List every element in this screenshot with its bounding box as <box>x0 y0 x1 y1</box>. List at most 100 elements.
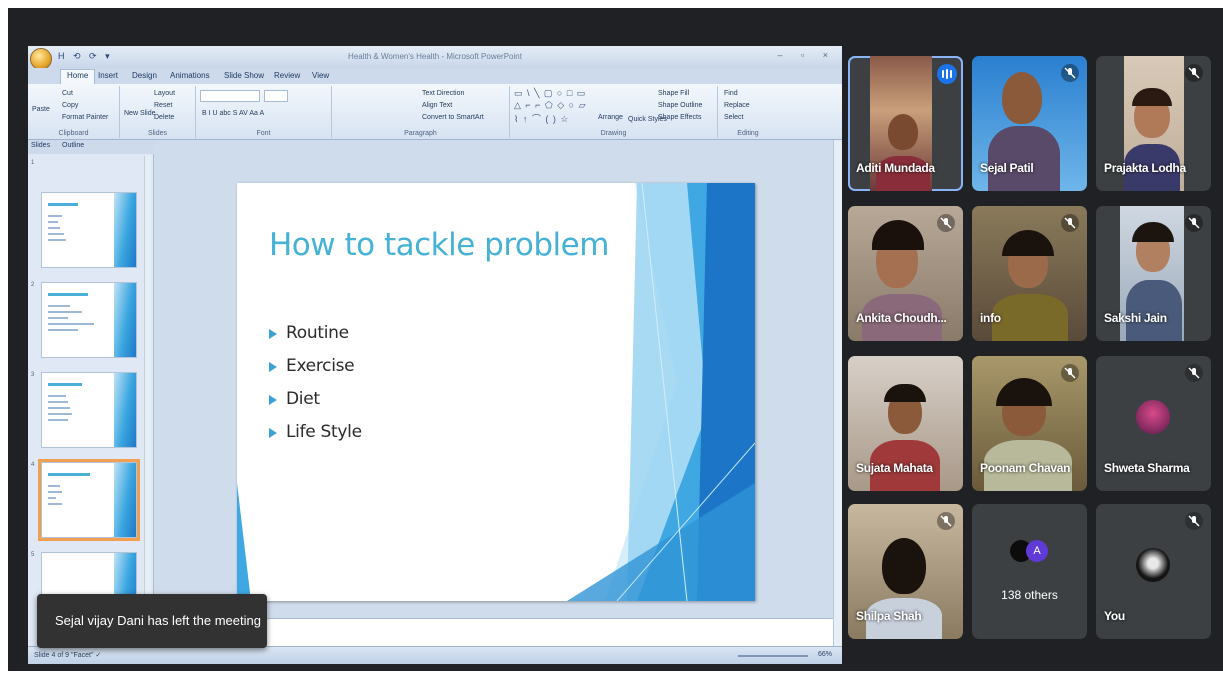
mic-off-icon <box>937 512 955 530</box>
toast-message: Sejal vijay Dani has left the meeting <box>55 613 261 628</box>
zoom-slider[interactable] <box>738 655 808 657</box>
shapes-gallery-row3[interactable]: ⌇ ↑ ⌒ ( ) ☆ <box>514 112 569 125</box>
drawing-group: ▭ \ ╲ ▢ ○ □ ▭ △ ⌐ ⌐ ⬠ ◇ ○ ▱ ⌇ ↑ ⌒ ( ) ☆ … <box>510 86 718 138</box>
ribbon: Paste Cut Copy Format Painter Clipboard … <box>28 84 842 140</box>
tab-design[interactable]: Design <box>132 71 157 80</box>
document-title: Health & Women's Health - Microsoft Powe… <box>348 52 522 61</box>
slide-thumbnail[interactable] <box>41 372 137 448</box>
slide-thumbnail-selected[interactable] <box>38 459 140 541</box>
bullet-item: Life Style <box>269 416 362 449</box>
align-text-button[interactable]: Align Text <box>422 102 452 109</box>
text-direction-button[interactable]: Text Direction <box>422 90 464 97</box>
participant-tile[interactable]: Sujata Mahata <box>848 356 963 491</box>
reset-button[interactable]: Reset <box>154 102 172 109</box>
participant-name: Ankita Choudh... <box>856 311 947 325</box>
paragraph-label: Paragraph <box>404 130 437 137</box>
slide-bullet-list: Routine Exercise Diet Life Style <box>269 317 362 449</box>
slide-title: How to tackle problem <box>269 227 609 263</box>
mic-off-icon <box>1185 64 1203 82</box>
ppt-title-bar: H ⟲ ⟳ ▾ Health & Women's Health - Micros… <box>28 46 842 70</box>
new-slide-button[interactable]: New Slide <box>124 110 156 117</box>
find-button[interactable]: Find <box>724 90 738 97</box>
font-label: Font <box>256 130 271 137</box>
select-button[interactable]: Select <box>724 114 743 121</box>
participant-tile[interactable]: Shilpa Shah <box>848 504 963 639</box>
bullet-item: Exercise <box>269 350 362 383</box>
participant-tile[interactable]: Ankita Choudh... <box>848 206 963 341</box>
avatar-letter: A <box>1026 540 1048 562</box>
slide-scrollbar[interactable] <box>833 140 842 646</box>
shape-effects-button[interactable]: Shape Effects <box>658 114 701 121</box>
tab-review[interactable]: Review <box>274 71 300 80</box>
avatar <box>1136 400 1170 434</box>
participant-name: Poonam Chavan <box>980 461 1071 475</box>
slide-thumbnail[interactable] <box>41 192 137 268</box>
mic-off-icon <box>1185 214 1203 232</box>
current-slide[interactable]: How to tackle problem Routine Exercise D… <box>237 183 755 601</box>
window-controls[interactable]: – ▫ × <box>778 50 836 60</box>
others-count: 138 others <box>1001 588 1058 602</box>
cut-button[interactable]: Cut <box>62 90 73 97</box>
tab-view[interactable]: View <box>312 71 329 80</box>
editing-group: Find Replace Select Editing <box>718 86 778 138</box>
participant-name: Prajakta Lodha <box>1104 161 1186 175</box>
participant-tile[interactable]: info <box>972 206 1087 341</box>
paragraph-group: Text Direction Align Text Convert to Sma… <box>332 86 510 138</box>
font-group: B I U abc S AV Aa A Font <box>196 86 332 138</box>
participant-tile[interactable]: Shweta Sharma <box>1096 356 1211 491</box>
mic-off-icon <box>1061 364 1079 382</box>
tab-slide-show[interactable]: Slide Show <box>224 71 264 80</box>
slide-thumbnail[interactable] <box>41 282 137 358</box>
participant-tile[interactable]: Sakshi Jain <box>1096 206 1211 341</box>
participant-name: Sejal Patil <box>980 161 1034 175</box>
tab-insert[interactable]: Insert <box>98 71 118 80</box>
thumb-number: 2 <box>31 282 35 288</box>
participant-name: info <box>980 311 1001 325</box>
font-family-box[interactable] <box>200 90 260 102</box>
others-tile[interactable]: A 138 others <box>972 504 1087 639</box>
font-format-row[interactable]: B I U abc S AV Aa A <box>202 110 264 117</box>
tab-animations[interactable]: Animations <box>170 71 210 80</box>
bullet-item: Routine <box>269 317 362 350</box>
replace-button[interactable]: Replace <box>724 102 750 109</box>
participant-name: Shilpa Shah <box>856 609 922 623</box>
clipboard-label: Clipboard <box>58 130 89 137</box>
copy-button[interactable]: Copy <box>62 102 78 109</box>
arrange-button[interactable]: Arrange <box>598 114 623 121</box>
left-meeting-toast: Sejal vijay Dani has left the meeting <box>37 594 267 648</box>
shape-outline-button[interactable]: Shape Outline <box>658 102 702 109</box>
paste-button[interactable]: Paste <box>32 106 50 113</box>
participant-tile[interactable]: Poonam Chavan <box>972 356 1087 491</box>
shapes-gallery-row2[interactable]: △ ⌐ ⌐ ⬠ ◇ ○ ▱ <box>514 100 587 111</box>
thumb-number: 1 <box>31 160 35 166</box>
font-size-box[interactable] <box>264 90 288 102</box>
shapes-gallery-row1[interactable]: ▭ \ ╲ ▢ ○ □ ▭ <box>514 88 586 99</box>
thumb-number: 4 <box>31 462 35 468</box>
mic-off-icon <box>1061 64 1079 82</box>
editing-label: Editing <box>737 130 759 137</box>
tab-slides[interactable]: Slides <box>31 142 50 149</box>
participant-tile[interactable]: Prajakta Lodha <box>1096 56 1211 191</box>
shape-fill-button[interactable]: Shape Fill <box>658 90 689 97</box>
layout-button[interactable]: Layout <box>154 90 175 97</box>
delete-button[interactable]: Delete <box>154 114 174 121</box>
slides-group: New Slide Layout Reset Delete Slides <box>120 86 196 138</box>
ribbon-tabs: Home Insert Design Animations Slide Show… <box>28 68 842 84</box>
slides-panel-scrollbar[interactable] <box>144 156 151 644</box>
drawing-label: Drawing <box>600 130 627 137</box>
avatar <box>1136 548 1170 582</box>
slide-editing-area: How to tackle problem Routine Exercise D… <box>155 140 842 646</box>
tab-home[interactable]: Home <box>60 69 96 84</box>
participant-tile[interactable]: Aditi Mundada <box>848 56 963 191</box>
zoom-level[interactable]: 66% <box>818 651 832 658</box>
participant-name: Sakshi Jain <box>1104 311 1167 325</box>
mic-off-icon <box>1061 214 1079 232</box>
slides-panel: Slides Outline 1 2 3 4 5 <box>28 140 154 646</box>
format-painter-button[interactable]: Format Painter <box>62 114 108 121</box>
convert-smartart-button[interactable]: Convert to SmartArt <box>422 114 484 121</box>
tab-outline[interactable]: Outline <box>62 142 84 149</box>
participant-tile[interactable]: Sejal Patil <box>972 56 1087 191</box>
status-text: Slide 4 of 9 "Facet" ✓ <box>34 652 102 659</box>
self-tile[interactable]: You <box>1096 504 1211 639</box>
screenshot-root: H ⟲ ⟳ ▾ Health & Women's Health - Micros… <box>0 0 1223 681</box>
